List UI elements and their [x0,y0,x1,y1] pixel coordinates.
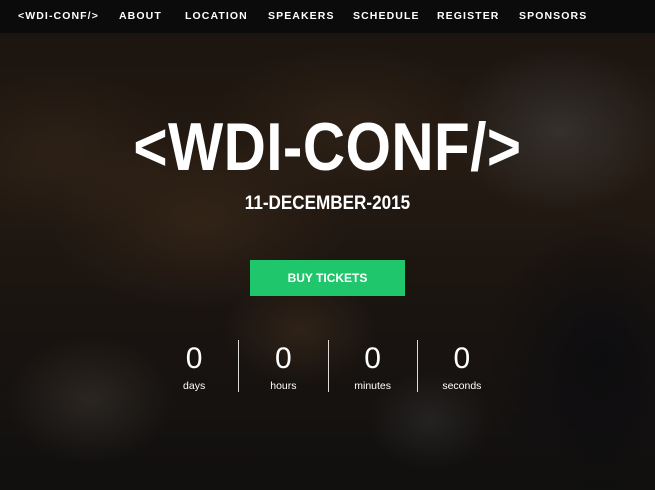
nav-link-location[interactable]: LOCATION [185,10,248,22]
countdown-days: 0 days [150,340,238,392]
nav-link-register[interactable]: REGISTER [437,10,499,22]
nav-link-about[interactable]: ABOUT [119,10,162,22]
hero-section: <WDI-CONF/> 11-DECEMBER-2015 BUY TICKETS… [0,0,655,490]
countdown-minutes-label: minutes [354,380,391,392]
countdown-days-value: 0 [185,342,203,375]
countdown-hours-value: 0 [275,342,292,375]
nav-link-speakers[interactable]: SPEAKERS [268,10,335,22]
countdown-minutes-value: 0 [364,342,381,375]
top-navbar: <WDI-CONF/> ABOUT LOCATION SPEAKERS SCHE… [0,0,655,33]
conference-title: <WDI-CONF/> [133,109,522,185]
countdown-seconds-label: seconds [442,380,482,392]
countdown-seconds: 0 seconds [416,340,506,392]
countdown-days-label: days [183,380,206,392]
countdown-hours: 0 hours [238,340,327,392]
countdown-seconds-value: 0 [453,342,471,375]
nav-brand-link[interactable]: <WDI-CONF/> [18,10,99,22]
conference-date: 11-DECEMBER-2015 [244,193,411,214]
page: <WDI-CONF/> ABOUT LOCATION SPEAKERS SCHE… [0,0,655,490]
countdown-hours-label: hours [270,380,297,392]
countdown-timer: 0 days 0 hours 0 minutes 0 seconds [150,340,506,392]
countdown-minutes: 0 minutes [327,340,417,392]
nav-link-schedule[interactable]: SCHEDULE [353,10,420,22]
nav-link-sponsors[interactable]: SPONSORS [519,10,587,22]
buy-tickets-button[interactable]: BUY TICKETS [250,260,405,296]
